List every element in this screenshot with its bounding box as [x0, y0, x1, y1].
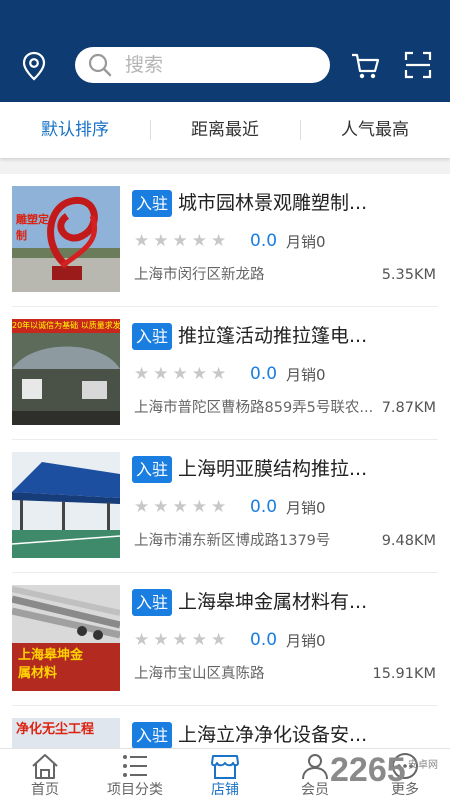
monthly-sales: 月销0: [286, 366, 326, 384]
thumb-caption: 净化无尘工程: [16, 722, 95, 737]
monthly-sales: 月销0: [286, 632, 326, 650]
shop-title: 上海皋坤金属材料有...: [178, 591, 368, 613]
shop-card[interactable]: 入驻 上海明亚膜结构推拉... ★★★★★ 0.0 月销0 上海市浦东新区博成路…: [0, 440, 450, 573]
sort-bar: 默认排序 距离最近 人气最高: [0, 102, 450, 158]
shop-list[interactable]: 雕塑定制 入驻 城市园林景观雕塑制... ★★★★★ 0.0 月销0 上海市闵行…: [0, 174, 450, 748]
thumb-caption: 上海皋坤金属材料: [18, 648, 84, 681]
shop-thumbnail: 净化无尘工程: [12, 718, 120, 748]
shop-card[interactable]: 净化无尘工程 入驻 上海立净净化设备安...: [0, 706, 450, 748]
tab-home[interactable]: 首页: [0, 749, 90, 800]
shop-title: 推拉篷活动推拉篷电...: [178, 325, 368, 347]
monthly-sales: 月销0: [286, 499, 326, 517]
shop-address: 上海市普陀区曹杨路859弄5号联农...: [134, 400, 374, 416]
rating-value: 0.0: [250, 231, 278, 251]
shop-card[interactable]: 20年以诚信为基础 以质量求发展 入驻 推拉篷活动推拉篷电... ★★★★★ 0…: [0, 307, 450, 440]
star-rating: ★★★★★: [134, 497, 231, 517]
rating-value: 0.0: [250, 497, 278, 517]
rating-value: 0.0: [250, 364, 278, 384]
shop-distance: 9.48KM: [381, 533, 436, 549]
shop-distance: 5.35KM: [381, 267, 436, 283]
shop-card[interactable]: 上海皋坤金属材料 入驻 上海皋坤金属材料有... ★★★★★ 0.0 月销0 上…: [0, 573, 450, 706]
settled-badge: 入驻: [132, 456, 172, 483]
settled-badge: 入驻: [132, 190, 172, 217]
shop-title: 上海立净净化设备安...: [178, 724, 368, 746]
watermark-subtext: 安卓网: [408, 760, 438, 771]
settled-badge: 入驻: [132, 722, 172, 748]
home-icon: [32, 754, 58, 779]
list-icon: [123, 755, 147, 777]
star-rating: ★★★★★: [134, 364, 231, 384]
tab-label: 首页: [31, 782, 59, 798]
top-header: 搜索: [0, 0, 450, 102]
watermark-logo: 2265: [330, 751, 406, 789]
location-icon[interactable]: [20, 50, 48, 82]
tab-label: 项目分类: [107, 782, 163, 798]
monthly-sales: 月销0: [286, 233, 326, 251]
tab-nearest[interactable]: 距离最近: [150, 102, 300, 158]
rating-value: 0.0: [250, 630, 278, 650]
thumb-caption: 20年以诚信为基础 以质量求发展: [12, 321, 120, 330]
shop-address: 上海市浦东新区博成路1379号: [134, 533, 331, 549]
thumb-caption: 雕塑定制: [16, 213, 49, 242]
shop-thumbnail: 雕塑定制: [12, 186, 120, 292]
shop-address: 上海市闵行区新龙路: [134, 267, 265, 283]
cart-icon[interactable]: [350, 52, 380, 80]
settled-badge: 入驻: [132, 589, 172, 616]
tab-categories[interactable]: 项目分类: [90, 749, 180, 800]
star-rating: ★★★★★: [134, 630, 231, 650]
settled-badge: 入驻: [132, 323, 172, 350]
shop-title: 上海明亚膜结构推拉...: [178, 458, 368, 480]
scan-icon[interactable]: [404, 51, 432, 79]
tab-label: 店铺: [211, 782, 239, 798]
shop-title: 城市园林景观雕塑制...: [178, 192, 368, 214]
search-placeholder: 搜索: [125, 54, 164, 76]
shop-distance: 15.91KM: [372, 666, 436, 682]
tab-store[interactable]: 店铺: [180, 749, 270, 800]
search-icon: [88, 53, 112, 77]
shop-thumbnail: [12, 452, 120, 558]
shop-card[interactable]: 雕塑定制 入驻 城市园林景观雕塑制... ★★★★★ 0.0 月销0 上海市闵行…: [0, 174, 450, 307]
user-icon: [302, 754, 328, 780]
shop-thumbnail: 20年以诚信为基础 以质量求发展: [12, 319, 120, 425]
tab-most-popular[interactable]: 人气最高: [300, 102, 450, 158]
shop-distance: 7.87KM: [381, 400, 436, 416]
store-icon: [211, 755, 239, 779]
shop-thumbnail: 上海皋坤金属材料: [12, 585, 120, 691]
search-input[interactable]: 搜索: [75, 47, 330, 83]
tab-default-sort[interactable]: 默认排序: [0, 102, 150, 158]
shop-address: 上海市宝山区真陈路: [134, 666, 265, 682]
star-rating: ★★★★★: [134, 231, 231, 251]
